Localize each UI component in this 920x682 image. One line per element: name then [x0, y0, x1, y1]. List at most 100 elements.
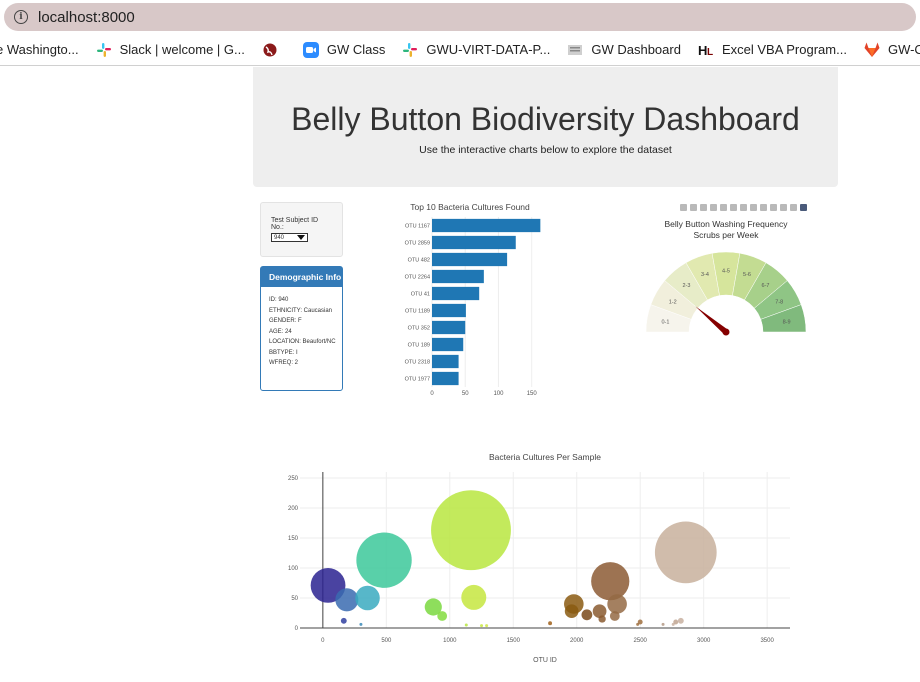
bubble[interactable]: [548, 621, 553, 626]
gauge-sector-label: 5-6: [743, 272, 751, 278]
zoom-icon[interactable]: [690, 204, 697, 211]
gauge-needle: [695, 306, 728, 335]
bubble[interactable]: [485, 624, 489, 628]
slack-icon: [402, 42, 418, 58]
y-tick-label: OTU 1167: [405, 224, 430, 230]
x-tick-label: 150: [527, 391, 538, 397]
reset-axes-icon[interactable]: [760, 204, 767, 211]
bar[interactable]: [432, 235, 516, 250]
lasso-icon[interactable]: [720, 204, 727, 211]
bookmark-label: e Washingto...: [0, 42, 79, 57]
bar[interactable]: [432, 218, 541, 233]
gauge-sector-label: 3-4: [701, 272, 709, 278]
bubble[interactable]: [356, 532, 412, 588]
meta-line: ETHNICITY: Caucasian: [269, 307, 333, 314]
bookmarks-bar: e Washingto... Slack | welcome | G... GW…: [0, 34, 920, 66]
bookmark-excel-vba[interactable]: HL Excel VBA Program...: [698, 42, 847, 58]
y-tick-label: 150: [288, 536, 299, 542]
bacteria-bubble-chart[interactable]: Bacteria Cultures Per Sample 0 50 100 150 200…: [270, 446, 810, 672]
bubble[interactable]: [607, 594, 627, 614]
gauge-title: Belly Button Washing Frequency: [665, 219, 789, 229]
bar[interactable]: [432, 269, 484, 284]
x-tick-label: 3500: [760, 638, 774, 644]
page-icon: [567, 42, 583, 58]
x-tick-label: 500: [381, 638, 392, 644]
wash-frequency-gauge[interactable]: Belly Button Washing FrequencyScrubs per…: [640, 214, 820, 344]
plotly-logo-icon[interactable]: [800, 204, 807, 211]
bookmark-gwu-virt[interactable]: GWU-VIRT-DATA-P...: [402, 42, 550, 58]
camera-icon[interactable]: [680, 204, 687, 211]
bubble[interactable]: [335, 588, 359, 612]
bookmark-label: Slack | welcome | G...: [119, 42, 245, 57]
x-axis-label: OTU ID: [533, 657, 557, 664]
meta-line: AGE: 24: [269, 328, 292, 335]
x-tick-label: 0: [321, 638, 325, 644]
bookmark-slack-welcome[interactable]: Slack | welcome | G...: [96, 42, 245, 58]
spike-lines-icon[interactable]: [770, 204, 777, 211]
bubble[interactable]: [461, 584, 487, 610]
bubble[interactable]: [437, 611, 448, 621]
bar[interactable]: [432, 371, 459, 386]
bookmark-washington[interactable]: e Washingto...: [0, 42, 79, 57]
page-subtitle: Use the interactive charts below to expl…: [419, 144, 672, 156]
box-select-icon[interactable]: [710, 204, 717, 211]
y-tick-label: OTU 2264: [405, 275, 430, 281]
bubble[interactable]: [677, 617, 684, 624]
bubble[interactable]: [480, 624, 484, 628]
bubble[interactable]: [581, 609, 593, 621]
subject-id-dropdown[interactable]: 940: [271, 233, 308, 242]
hover-compare-icon[interactable]: [790, 204, 797, 211]
bookmark-label: GW Dashboard: [591, 42, 681, 57]
subject-selector-well: Test Subject ID No.: 940: [260, 202, 343, 257]
bubble[interactable]: [591, 562, 630, 601]
bubble[interactable]: [654, 521, 717, 584]
bubble[interactable]: [464, 623, 468, 627]
x-tick-label: 2000: [570, 638, 584, 644]
chevron-down-icon: [297, 235, 305, 240]
subject-id-value: 940: [274, 234, 285, 241]
demographic-body: ID: 940 ETHNICITY: Caucasian GENDER: F A…: [261, 287, 342, 367]
bookmark-gw-coding[interactable]: GW-Coding-Boot-: [864, 42, 920, 58]
bubble[interactable]: [359, 622, 363, 626]
x-tick-label: 3000: [697, 638, 711, 644]
info-icon[interactable]: i: [14, 10, 28, 24]
bubble[interactable]: [598, 615, 606, 623]
top10-bar-chart[interactable]: Top 10 Bacteria Cultures Found 0 50 100 150 O…: [395, 198, 555, 400]
gauge-needle-hub: [722, 328, 730, 336]
meta-line: BBTYPE: I: [269, 349, 298, 356]
x-tick-label: 0: [430, 391, 434, 397]
bubble[interactable]: [671, 622, 675, 626]
pan-icon[interactable]: [700, 204, 707, 211]
zoom-in-icon[interactable]: [730, 204, 737, 211]
bar-chart-title: Top 10 Bacteria Cultures Found: [410, 202, 530, 212]
bubble[interactable]: [636, 622, 640, 626]
slack-icon: [96, 42, 112, 58]
autoscale-icon[interactable]: [750, 204, 757, 211]
page-title: Belly Button Biodiversity Dashboard: [291, 101, 800, 137]
bubble[interactable]: [431, 490, 511, 571]
address-bar[interactable]: i localhost:8000: [4, 3, 916, 31]
bubble[interactable]: [355, 585, 380, 611]
bar[interactable]: [432, 354, 459, 369]
bar[interactable]: [432, 286, 480, 301]
bubble[interactable]: [564, 604, 579, 619]
bar[interactable]: [432, 337, 464, 352]
bubble[interactable]: [661, 622, 665, 626]
gauge-sector-label: 4-5: [722, 269, 730, 275]
y-tick-label: OTU 352: [408, 326, 430, 332]
bubble[interactable]: [609, 611, 620, 621]
bar[interactable]: [432, 320, 466, 335]
hover-closest-icon[interactable]: [780, 204, 787, 211]
bubble[interactable]: [592, 604, 607, 619]
bookmark-globe[interactable]: [262, 42, 286, 58]
bookmark-gw-class[interactable]: GW Class: [302, 41, 386, 58]
bar[interactable]: [432, 252, 508, 267]
bookmark-label: GW Class: [326, 42, 386, 57]
meta-line: ID: 940: [269, 297, 289, 303]
bookmark-gw-dashboard[interactable]: GW Dashboard: [567, 42, 681, 58]
bookmark-label: Excel VBA Program...: [721, 42, 847, 57]
gauge-sector-label: 7-8: [775, 299, 783, 305]
bar[interactable]: [432, 303, 466, 318]
zoom-out-icon[interactable]: [740, 204, 747, 211]
bubble[interactable]: [340, 617, 347, 624]
